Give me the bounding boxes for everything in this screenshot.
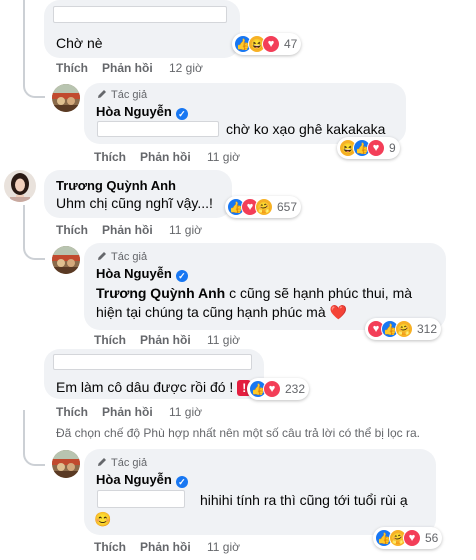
verified-icon: ✓ xyxy=(175,108,188,120)
like-button[interactable]: Thích xyxy=(94,333,126,347)
commenter-name[interactable]: Trương Quỳnh Anh xyxy=(56,178,176,194)
redacted-name xyxy=(53,354,252,370)
pen-icon xyxy=(98,458,106,466)
care-reaction-icon: 🤗 xyxy=(395,320,413,338)
like-button[interactable]: Thích xyxy=(56,405,88,419)
filter-notice: Đã chọn chế độ Phù hợp nhất nên một số c… xyxy=(56,426,420,440)
comment-text: Uhm chị cũng nghĩ vậy...! xyxy=(56,195,213,211)
reaction-count: 657 xyxy=(277,200,298,214)
like-button[interactable]: Thích xyxy=(56,61,88,75)
heart-emoji: ❤️ xyxy=(329,304,347,320)
love-reaction-icon: ♥ xyxy=(262,35,280,53)
reaction-count: 312 xyxy=(417,322,438,336)
comment-text: hihihi tính ra thì cũng tới tuổi rùi ạ xyxy=(200,492,408,508)
comment-text-line2: hiện tại chúng ta cũng hạnh phúc mà xyxy=(96,304,330,320)
commenter-name-text: Hòa Nguyễn xyxy=(96,266,172,281)
author-badge: Tác giả xyxy=(96,250,147,263)
timestamp[interactable]: 11 giờ xyxy=(207,150,240,164)
comment-text: Chờ nè xyxy=(56,35,103,51)
reaction-summary[interactable]: 👍 ♥ 🤗 657 xyxy=(225,196,302,218)
pen-icon xyxy=(98,90,106,98)
reply-button[interactable]: Phản hồi xyxy=(140,333,191,347)
redacted-name xyxy=(97,121,219,137)
reaction-count: 56 xyxy=(425,531,439,545)
reaction-summary[interactable]: 👍 😆 ♥ 47 xyxy=(232,33,302,55)
care-reaction-icon: 🤗 xyxy=(255,198,273,216)
reaction-count: 9 xyxy=(389,141,396,155)
mention-link[interactable]: Trương Quỳnh Anh xyxy=(96,285,225,301)
reaction-count: 47 xyxy=(284,37,298,51)
reaction-summary[interactable]: 😆 👍 ♥ 9 xyxy=(337,137,400,159)
comment-text-line1: c cũng sẽ hạnh phúc thui, mà xyxy=(225,285,413,301)
reaction-count: 232 xyxy=(285,382,306,396)
commenter-name-text: Hòa Nguyễn xyxy=(96,104,172,119)
comment-text: chờ ko xạo ghê kakakaka xyxy=(226,121,386,137)
thread-line xyxy=(23,0,25,68)
timestamp[interactable]: 11 giờ xyxy=(169,223,202,237)
comment-text: hiện tại chúng ta cũng hạnh phúc mà ❤️ xyxy=(96,303,347,321)
author-badge-label: Tác giả xyxy=(111,251,148,263)
thread-curve xyxy=(23,230,45,260)
author-badge: Tác giả xyxy=(96,88,147,101)
avatar[interactable] xyxy=(52,246,80,274)
commenter-name[interactable]: Hòa Nguyễn ✓ xyxy=(96,104,188,120)
timestamp[interactable]: 11 giờ xyxy=(207,333,240,347)
timestamp[interactable]: 11 giờ xyxy=(207,540,240,554)
thread-curve xyxy=(23,68,45,98)
reaction-summary[interactable]: ♥ 👍 🤗 312 xyxy=(365,318,442,340)
timestamp[interactable]: 11 giờ xyxy=(169,405,202,419)
avatar[interactable] xyxy=(4,170,36,202)
commenter-name-text: Hòa Nguyễn xyxy=(96,472,172,487)
reply-button[interactable]: Phản hồi xyxy=(140,540,191,554)
comment-text: Em làm cô dâu được rồi đó ! ! xyxy=(56,378,252,396)
reaction-summary[interactable]: 👍 🤗 ♥ 56 xyxy=(373,527,443,549)
commenter-name[interactable]: Hòa Nguyễn ✓ xyxy=(96,472,188,488)
love-reaction-icon: ♥ xyxy=(263,380,281,398)
redacted-name xyxy=(97,490,185,508)
love-reaction-icon: ♥ xyxy=(367,139,385,157)
thread-curve xyxy=(23,440,45,466)
reply-button[interactable]: Phản hồi xyxy=(102,61,153,75)
timestamp[interactable]: 12 giờ xyxy=(169,61,203,75)
like-button[interactable]: Thích xyxy=(94,150,126,164)
reply-button[interactable]: Phản hồi xyxy=(102,223,153,237)
verified-icon: ✓ xyxy=(175,476,188,488)
like-button[interactable]: Thích xyxy=(94,540,126,554)
author-badge-label: Tác giả xyxy=(111,89,148,101)
reaction-summary[interactable]: 👍 ♥ 232 xyxy=(247,378,310,400)
avatar[interactable] xyxy=(52,84,80,112)
love-reaction-icon: ♥ xyxy=(403,529,421,547)
avatar[interactable] xyxy=(52,450,80,478)
comment-text: Trương Quỳnh Anh c cũng sẽ hạnh phúc thu… xyxy=(96,284,412,302)
redacted-name xyxy=(53,6,227,23)
author-badge: Tác giả xyxy=(96,456,147,469)
thread-line xyxy=(23,410,25,440)
smile-emoji: 😊 xyxy=(94,511,112,527)
reply-button[interactable]: Phản hồi xyxy=(140,150,191,164)
pen-icon xyxy=(98,252,106,260)
verified-icon: ✓ xyxy=(175,270,188,282)
like-button[interactable]: Thích xyxy=(56,223,88,237)
comment-text-body: Em làm cô dâu được rồi đó ! xyxy=(56,379,238,395)
commenter-name[interactable]: Hòa Nguyễn ✓ xyxy=(96,266,188,282)
reply-button[interactable]: Phản hồi xyxy=(102,405,153,419)
author-badge-label: Tác giả xyxy=(111,457,148,469)
